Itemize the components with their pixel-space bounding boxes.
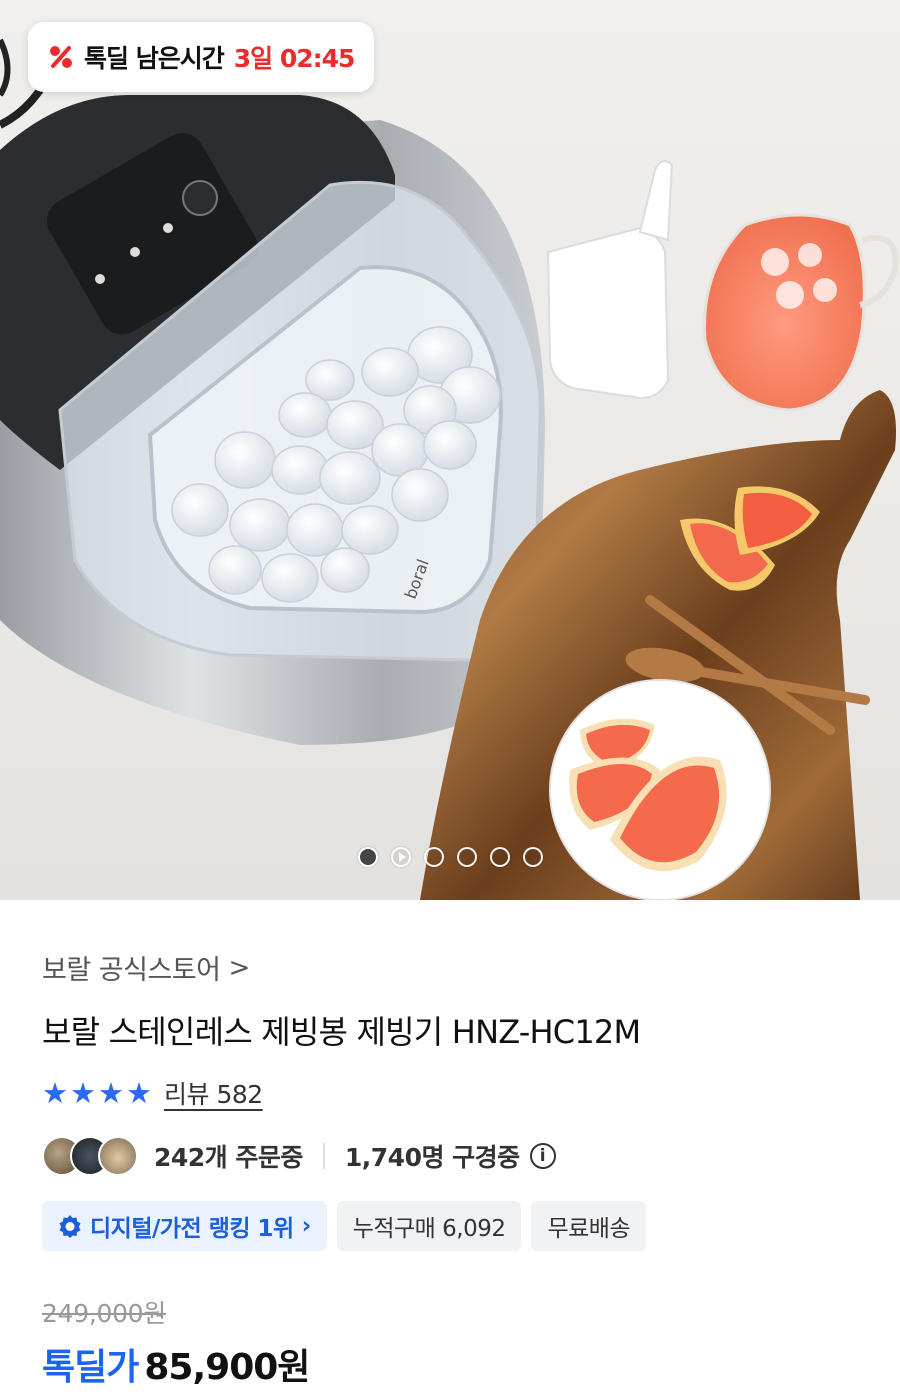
- carousel-indicator: [358, 847, 543, 867]
- product-title: 보랄 스테인레스 제빙봉 제빙기 HNZ-HC12M: [42, 1013, 641, 1051]
- deal-timer-label: 톡딜 남은시간: [84, 44, 225, 73]
- star-icon: ★: [42, 1075, 68, 1110]
- carousel-dot-video[interactable]: [391, 847, 411, 867]
- carousel-dot-6[interactable]: [523, 847, 543, 867]
- original-price: 249,000원: [42, 1299, 166, 1328]
- carousel-dot-1[interactable]: [358, 847, 378, 867]
- cumulative-purchase-badge: 누적구매 6,092: [336, 1201, 522, 1251]
- carousel-dot-3[interactable]: [424, 847, 444, 867]
- rating-row[interactable]: ★ ★ ★ ★ 리뷰 582: [42, 1075, 263, 1111]
- orders-count: 242개 주문중: [154, 1143, 303, 1172]
- product-photo: boral: [0, 38, 899, 900]
- store-link[interactable]: 보랄 공식스토어 >: [42, 948, 250, 987]
- deal-price-row: 톡딜가 85,900원: [42, 1338, 310, 1390]
- ranking-badge-icon: [59, 1215, 81, 1238]
- star-rating: ★ ★ ★ ★: [42, 1075, 152, 1110]
- social-proof-row: 242개 주문중 1,740명 구경중 i: [42, 1136, 556, 1176]
- ranking-badge-label: 디지털/가전 랭킹 1위: [90, 1216, 294, 1242]
- review-link[interactable]: 리뷰 582: [164, 1075, 263, 1111]
- avatar: [98, 1136, 138, 1176]
- percent-icon: [48, 44, 74, 70]
- deal-timer-badge: 톡딜 남은시간 3일 02:45: [28, 22, 375, 92]
- star-icon: ★: [126, 1075, 152, 1110]
- chevron-right-icon: ›: [301, 1213, 311, 1239]
- product-image-carousel[interactable]: boral 톡딜 남은시간 3일 02:45: [0, 0, 900, 900]
- chevron-right-icon: >: [228, 952, 250, 983]
- carousel-dot-5[interactable]: [490, 847, 510, 867]
- deal-timer-remaining: 3일 02:45: [233, 44, 356, 73]
- ranking-badge[interactable]: 디지털/가전 랭킹 1위 ›: [42, 1201, 327, 1251]
- star-icon: ★: [70, 1075, 96, 1110]
- product-info: 보랄 공식스토어 > 보랄 스테인레스 제빙봉 제빙기 HNZ-HC12M ★ …: [0, 900, 900, 1395]
- deal-price-label: 톡딜가: [42, 1347, 139, 1388]
- store-name: 보랄 공식스토어: [42, 955, 221, 986]
- buyer-avatars: [42, 1136, 138, 1176]
- free-shipping-badge: 무료배송: [531, 1201, 647, 1251]
- badge-row: 디지털/가전 랭킹 1위 › 누적구매 6,092 무료배송: [42, 1201, 647, 1251]
- info-icon[interactable]: i: [529, 1143, 556, 1169]
- divider: [322, 1143, 325, 1169]
- star-icon: ★: [98, 1075, 124, 1110]
- viewers-count: 1,740명 구경중: [344, 1143, 520, 1172]
- deal-price: 85,900원: [144, 1347, 310, 1388]
- carousel-dot-4[interactable]: [457, 847, 477, 867]
